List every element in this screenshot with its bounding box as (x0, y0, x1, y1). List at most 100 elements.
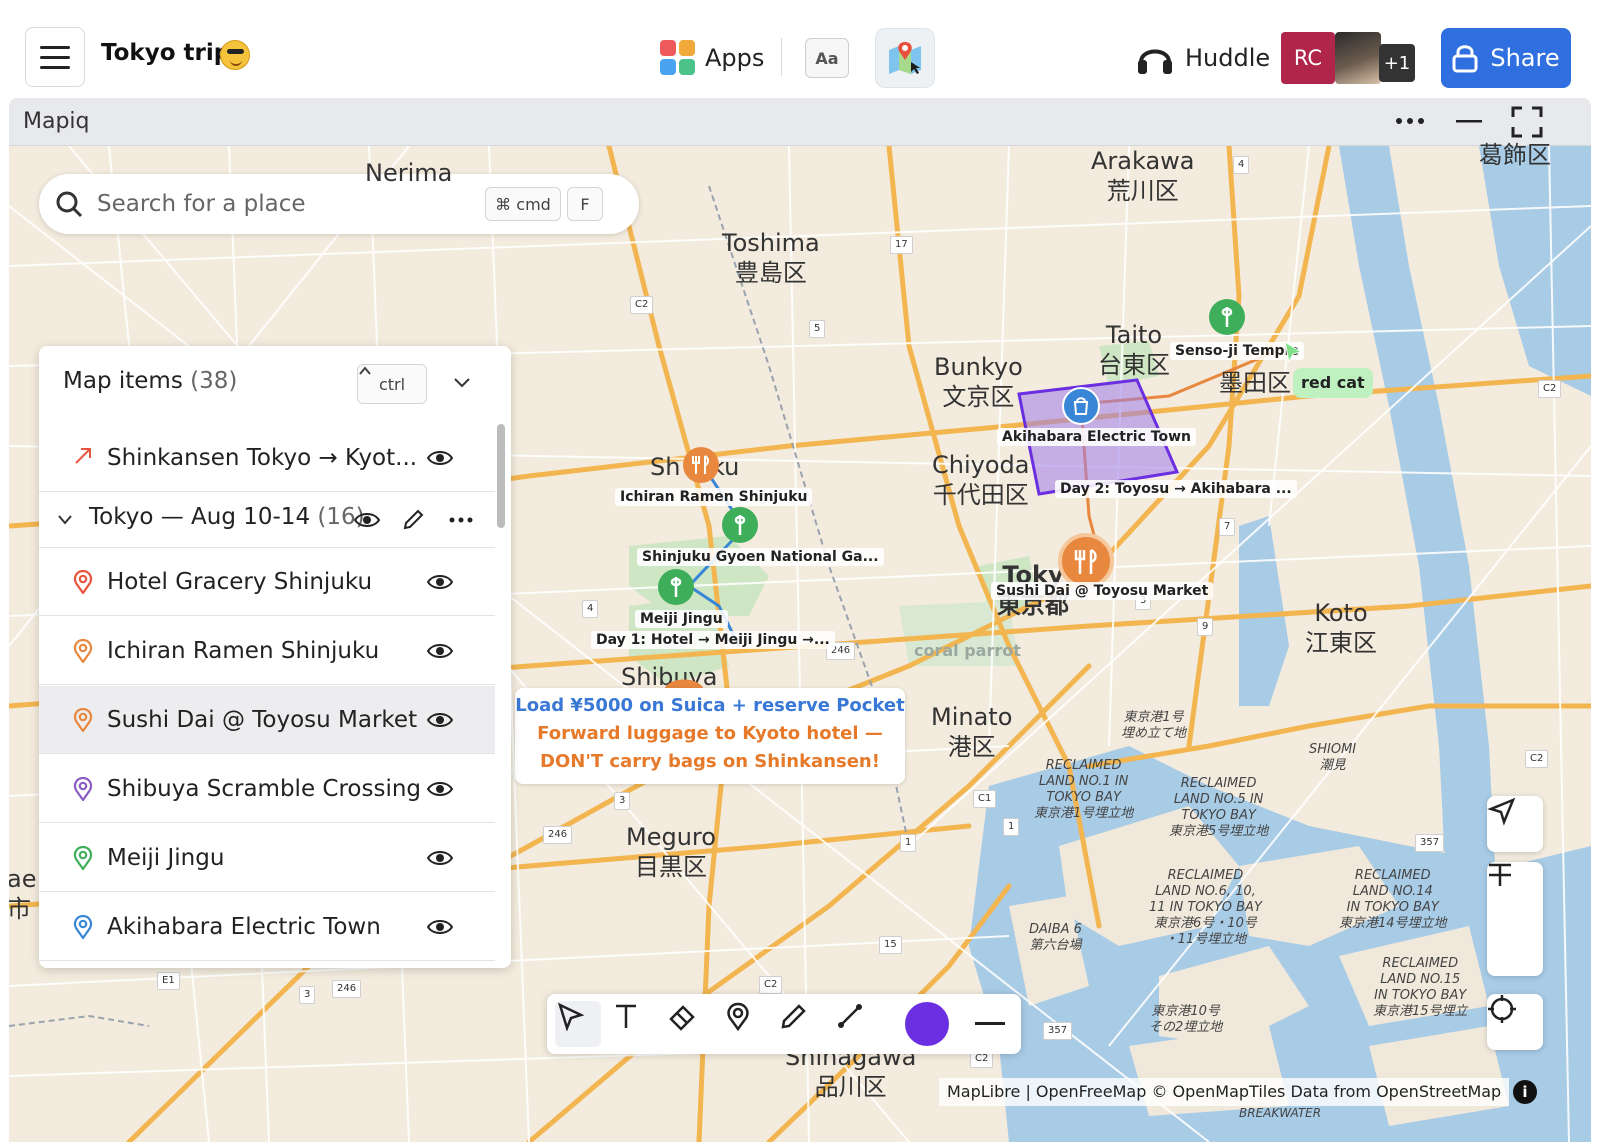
label-nerima: Nerima (365, 159, 453, 187)
more-options-icon[interactable] (1395, 116, 1425, 126)
cmd-key-hint: ⌘ cmd (485, 187, 561, 221)
visibility-eye-icon[interactable] (427, 710, 453, 730)
chevron-down-icon[interactable] (57, 514, 73, 526)
list-item[interactable]: Akihabara Electric Town (39, 893, 495, 961)
label-arakawa: Arakawa 荒川区 (1091, 147, 1195, 205)
huddle-label: Huddle (1185, 44, 1271, 72)
list-item-shinkansen[interactable]: Shinkansen Tokyo → Kyot... (39, 424, 495, 492)
map-canvas[interactable]: Search for a place ⌘ cmd F Nerima Toshim… (9, 141, 1591, 1142)
shinjuku-gyoen-pin[interactable] (721, 506, 759, 544)
search-icon (56, 191, 83, 218)
list-item-label: Shibuya Scramble Crossing (107, 775, 422, 802)
chevron-down-icon[interactable] (453, 376, 471, 388)
list-item-label: Meiji Jingu (107, 844, 225, 871)
list-item[interactable]: Sushi Dai @ Toyosu Market (39, 686, 495, 754)
location-pin-icon (73, 708, 93, 732)
minimize-icon[interactable] (1456, 120, 1482, 124)
label-coral-parrot: coral parrot (914, 641, 1021, 660)
navigation-arrow-icon (1487, 797, 1516, 826)
shape-tool-button[interactable] (667, 1001, 713, 1047)
route-shield: 246 (543, 826, 573, 844)
akihabara-label: Akihabara Electric Town (997, 428, 1196, 446)
note-line-1: Load ¥5000 on Suica + reserve Pocket (515, 695, 905, 716)
route-shield: C2 (630, 296, 654, 314)
panel-title: Map items (38) (63, 368, 238, 394)
edit-pencil-icon[interactable] (401, 508, 425, 532)
list-item-label: Sushi Dai @ Toyosu Market (107, 706, 418, 733)
headphones-icon (1138, 49, 1172, 74)
locate-me-button[interactable] (1487, 796, 1543, 852)
zoom-out-icon[interactable] (1487, 862, 1513, 868)
route-shield: 7 (1219, 518, 1236, 536)
info-icon[interactable]: i (1513, 1080, 1537, 1104)
panel-scrollbar[interactable] (497, 424, 505, 528)
visibility-eye-icon[interactable] (427, 572, 453, 592)
visibility-eye-icon[interactable] (354, 510, 380, 530)
visibility-eye-icon[interactable] (427, 448, 453, 468)
lock-icon (1452, 45, 1478, 73)
recenter-button[interactable] (1487, 994, 1543, 1050)
visibility-eye-icon[interactable] (427, 641, 453, 661)
list-item-label: Shinkansen Tokyo → Kyot... (107, 444, 418, 471)
label-chiyoda: Chiyoda 千代田区 (932, 451, 1030, 509)
apps-button[interactable]: Apps (660, 40, 764, 75)
route-shield: 4 (582, 600, 599, 618)
label-bunkyo: Bunkyo 文京区 (934, 353, 1023, 411)
list-item[interactable]: Shibuya Scramble Crossing (39, 755, 495, 823)
text-format-button[interactable]: Aa (805, 38, 849, 78)
sushi-dai-label: Sushi Dai @ Toyosu Market (991, 582, 1214, 600)
route-shield: 357 (1043, 1022, 1073, 1040)
visibility-eye-icon[interactable] (427, 848, 453, 868)
label-taito: Taito 台東区 (1098, 321, 1170, 379)
list-item[interactable]: Hotel Gracery Shinjuku (39, 548, 495, 616)
share-label: Share (1490, 44, 1560, 72)
list-item[interactable]: Ichiran Ramen Shinjuku (39, 617, 495, 685)
map-app-icon (889, 42, 921, 74)
map-app-button[interactable] (875, 28, 935, 88)
route-shield: 4 (1233, 156, 1250, 174)
pin-tool-button[interactable] (723, 1001, 769, 1047)
location-pin-icon (73, 915, 93, 939)
share-button[interactable]: Share (1441, 28, 1571, 88)
map-attribution[interactable]: MapLibre | OpenFreeMap © OpenMapTiles Da… (939, 1078, 1510, 1106)
more-options-icon[interactable] (449, 516, 473, 524)
frame-title: Mapiq (23, 109, 90, 134)
route-shield: C2 (759, 976, 783, 994)
board-title[interactable]: Tokyo trip (101, 40, 230, 66)
apps-label: Apps (705, 43, 765, 72)
ichiran-label: Ichiran Ramen Shinjuku (615, 488, 813, 506)
avatar-photo[interactable] (1335, 32, 1381, 84)
select-tool-button[interactable] (555, 1001, 601, 1047)
route-shield: C1 (973, 790, 997, 808)
toolbar-divider (781, 38, 782, 76)
akihabara-pin[interactable] (1061, 386, 1101, 426)
line-tool-button[interactable] (835, 1001, 881, 1047)
visibility-eye-icon[interactable] (427, 779, 453, 799)
ichiran-pin[interactable] (682, 446, 720, 484)
ctrl-shortcut-hint: ctrl (357, 364, 427, 404)
color-picker-button[interactable] (905, 1002, 949, 1046)
group-tokyo[interactable]: Tokyo — Aug 10-14 (16) (39, 492, 495, 548)
menu-button[interactable] (25, 27, 85, 87)
fullscreen-icon[interactable] (1511, 106, 1543, 138)
list-item[interactable]: Meiji Jingu (39, 824, 495, 892)
label-katsushika: 葛飾区 (1479, 141, 1551, 169)
stroke-width-icon[interactable] (975, 1022, 1005, 1026)
senso-ji-pin[interactable] (1208, 298, 1246, 338)
more-collaborators-badge[interactable]: +1 (1379, 44, 1415, 82)
visibility-eye-icon[interactable] (427, 917, 453, 937)
zoom-controls (1487, 862, 1543, 976)
avatar-rc[interactable]: RC (1281, 32, 1335, 84)
huddle-button[interactable]: Huddle (1135, 40, 1270, 76)
location-pin-icon (73, 846, 93, 870)
reminder-note[interactable]: Load ¥5000 on Suica + reserve Pocket For… (515, 688, 905, 784)
shinjuku-gyoen-label: Shinjuku Gyoen National Ga... (637, 548, 884, 566)
place-search-bar[interactable]: Search for a place ⌘ cmd F (39, 174, 639, 234)
frame-header: Mapiq (9, 98, 1591, 146)
location-pin-icon (73, 777, 93, 801)
note-line-3: DON'T carry bags on Shinkansen! (540, 751, 880, 772)
pen-tool-button[interactable] (779, 1001, 825, 1047)
group-label: Tokyo — Aug 10-14 (16) (89, 504, 365, 530)
text-tool-button[interactable] (611, 1001, 657, 1047)
meiji-jingu-pin[interactable] (657, 568, 695, 606)
